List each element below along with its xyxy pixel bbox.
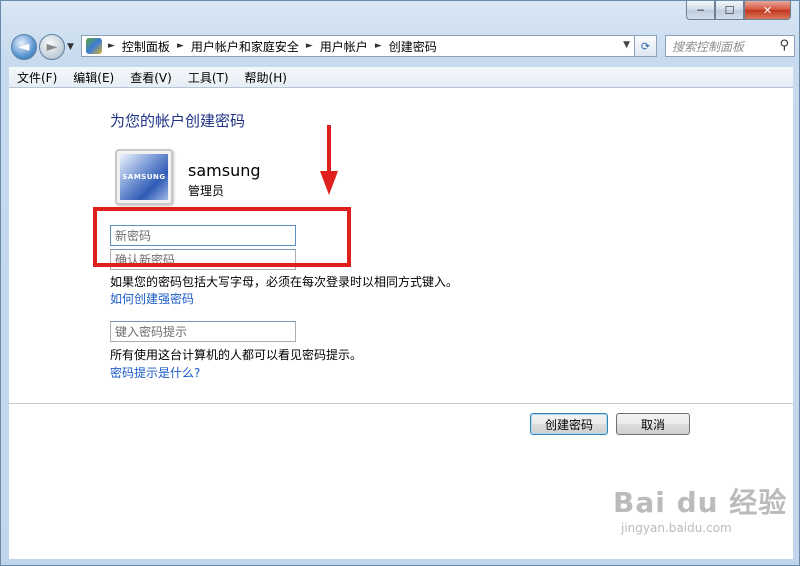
cancel-button[interactable]: 取消 <box>616 413 690 435</box>
password-hint-help-link[interactable]: 密码提示是什么? <box>110 364 200 381</box>
menu-help[interactable]: 帮助(H) <box>237 69 295 86</box>
avatar: SAMSUNG <box>115 149 173 205</box>
page-title: 为您的帐户创建密码 <box>110 112 246 130</box>
search-placeholder: 搜索控制面板 <box>672 39 745 54</box>
menu-tools[interactable]: 工具(T) <box>180 69 237 86</box>
watermark-url: jingyan.baidu.com <box>621 521 732 535</box>
refresh-icon[interactable]: ⟳ <box>635 35 657 57</box>
strong-password-link[interactable]: 如何创建强密码 <box>110 290 194 307</box>
control-panel-icon <box>86 38 102 54</box>
forward-button[interactable]: ► <box>39 34 65 60</box>
breadcrumb-chevron-icon[interactable]: ► <box>306 41 313 51</box>
watermark-logo-text: Bai du 经验 <box>613 486 788 519</box>
breadcrumb-chevron-icon[interactable]: ► <box>375 41 382 51</box>
back-button[interactable]: ◄ <box>11 34 37 60</box>
breadcrumb-chevron-icon[interactable]: ► <box>177 41 184 51</box>
menu-bar: 文件(F) 编辑(E) 查看(V) 工具(T) 帮助(H) <box>9 67 793 88</box>
down-arrow-annotation <box>320 125 338 195</box>
control-panel-window: ─ ☐ ✕ ◄ ► ▼ ► 控制面板 ► 用户帐户和家庭安全 ► 用户帐户 ► … <box>0 0 800 566</box>
minimize-button[interactable]: ─ <box>686 1 715 20</box>
maximize-button[interactable]: ☐ <box>715 1 744 20</box>
breadcrumb-control-panel[interactable]: 控制面板 <box>122 38 170 55</box>
address-bar[interactable]: ► 控制面板 ► 用户帐户和家庭安全 ► 用户帐户 ► 创建密码 ▼ <box>81 35 635 57</box>
baidu-jingyan-watermark: Bai du 经验 jingyan.baidu.com <box>613 481 787 535</box>
breadcrumb-chevron-icon[interactable]: ► <box>108 41 115 51</box>
menu-view[interactable]: 查看(V) <box>122 69 180 86</box>
divider <box>9 403 793 404</box>
search-icon[interactable]: ⚲ <box>779 38 789 53</box>
create-password-button[interactable]: 创建密码 <box>530 413 608 435</box>
recent-pages-dropdown-icon[interactable]: ▼ <box>67 42 74 52</box>
account-type: 管理员 <box>188 184 225 198</box>
search-input[interactable]: 搜索控制面板 ⚲ <box>665 35 795 57</box>
avatar-image: SAMSUNG <box>120 154 168 200</box>
breadcrumb-user-accounts-family-safety[interactable]: 用户帐户和家庭安全 <box>191 38 299 55</box>
account-name: samsung <box>188 161 261 180</box>
highlight-box-annotation <box>93 207 351 267</box>
navigation-bar: ◄ ► ▼ ► 控制面板 ► 用户帐户和家庭安全 ► 用户帐户 ► 创建密码 ▼… <box>9 33 795 61</box>
menu-edit[interactable]: 编辑(E) <box>65 69 122 86</box>
address-dropdown-icon[interactable]: ▼ <box>623 40 630 50</box>
window-caption-buttons: ─ ☐ ✕ <box>686 1 791 20</box>
breadcrumb-user-accounts[interactable]: 用户帐户 <box>320 38 368 55</box>
menu-file[interactable]: 文件(F) <box>9 69 65 86</box>
password-hint-field[interactable] <box>110 321 296 342</box>
password-hint-note: 所有使用这台计算机的人都可以看见密码提示。 <box>110 348 363 362</box>
close-button[interactable]: ✕ <box>744 1 791 20</box>
caps-lock-note: 如果您的密码包括大写字母，必须在每次登录时以相同方式键入。 <box>110 275 459 289</box>
breadcrumb-create-password[interactable]: 创建密码 <box>389 38 437 55</box>
